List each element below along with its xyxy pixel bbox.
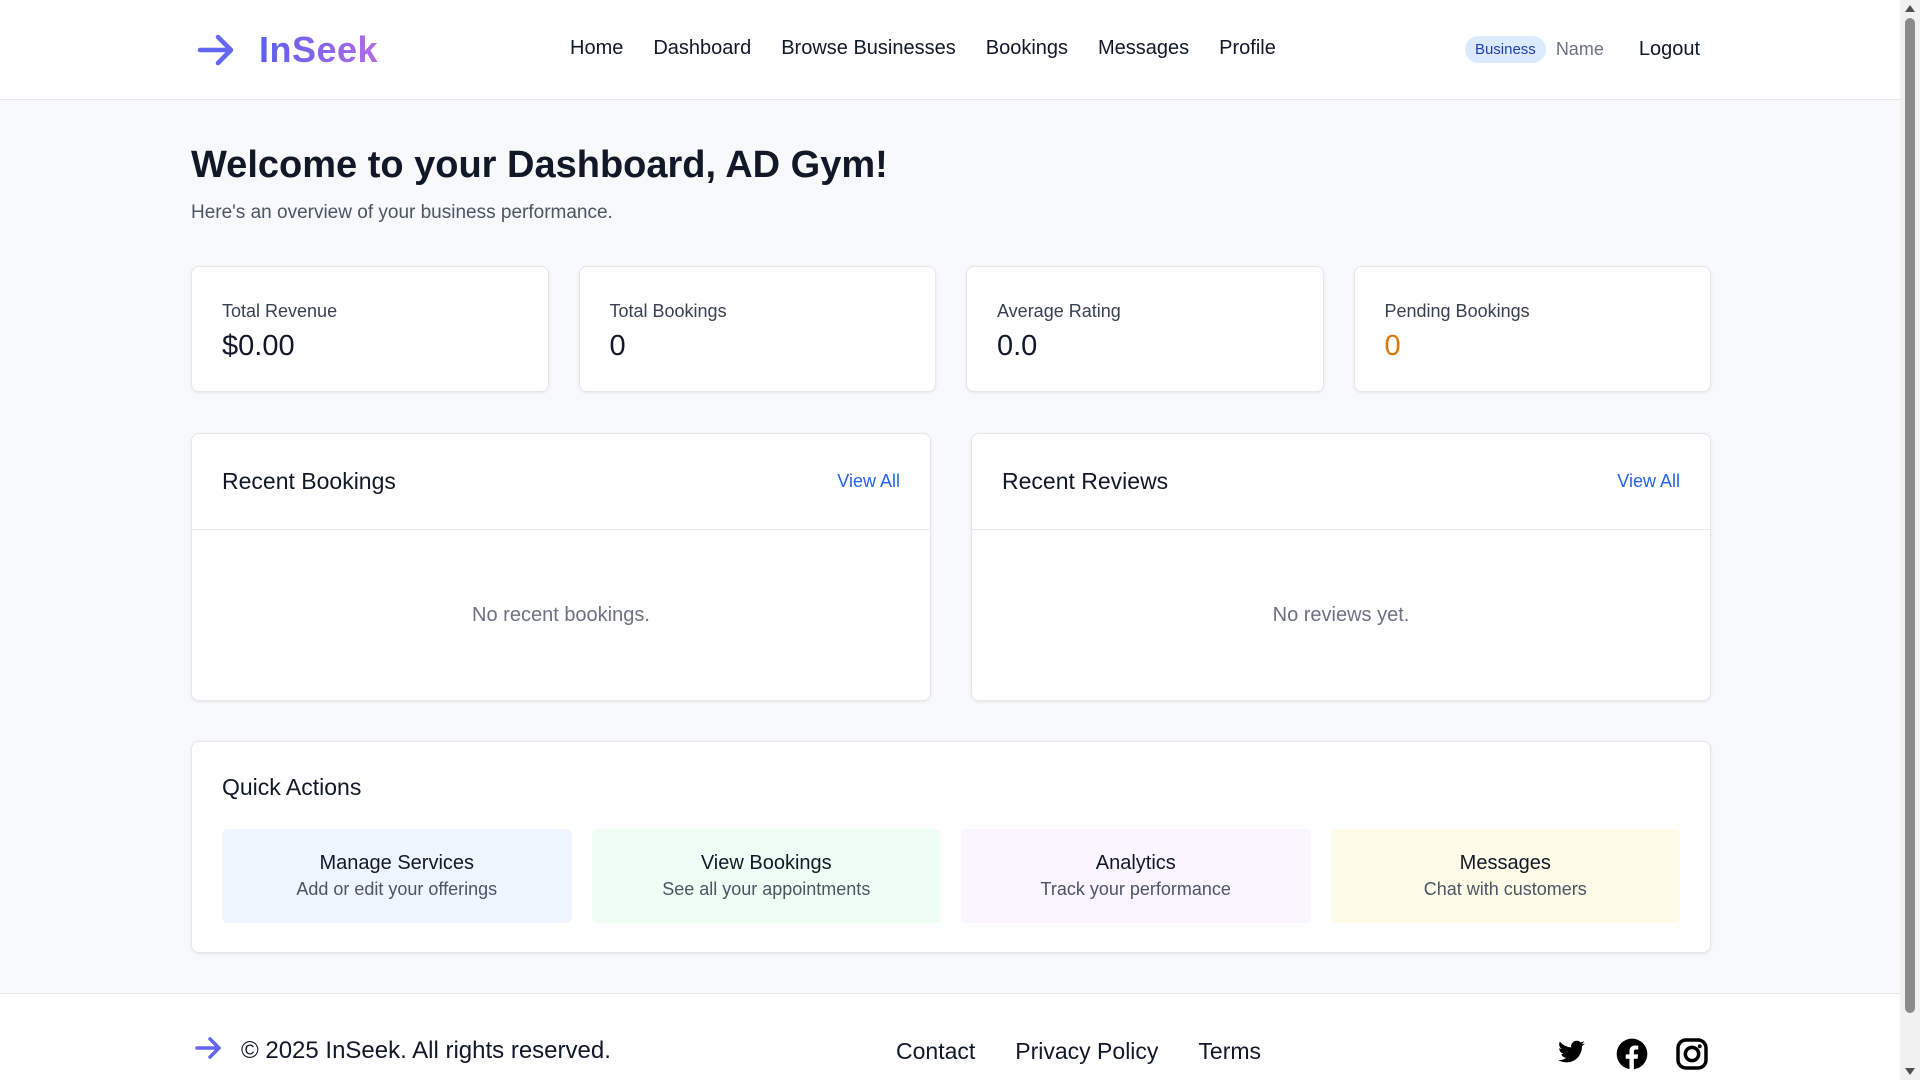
empty-state: No recent bookings. — [472, 603, 650, 626]
logo-text: InSeek — [259, 29, 379, 70]
stat-card-average-rating: Average Rating 0.0 — [966, 266, 1324, 392]
quick-actions-row: Manage Services Add or edit your offerin… — [222, 829, 1680, 923]
stat-card-total-revenue: Total Revenue $0.00 — [191, 266, 549, 392]
page-title: Welcome to your Dashboard, AD Gym! — [191, 144, 888, 186]
empty-state: No reviews yet. — [1272, 603, 1410, 626]
dashboard-main: Welcome to your Dashboard, AD Gym! Here'… — [191, 140, 1711, 953]
stat-value: $0.00 — [222, 330, 295, 362]
stats-row: Total Revenue $0.00 Total Bookings 0 Ave… — [191, 266, 1711, 392]
logo-link[interactable]: InSeek — [197, 29, 379, 70]
nav-dashboard[interactable]: Dashboard — [653, 37, 751, 60]
recent-reviews-panel: Recent Reviews View All No reviews yet. — [971, 433, 1711, 701]
manage-services-button[interactable]: Manage Services Add or edit your offerin… — [222, 829, 572, 923]
arrow-right-icon — [197, 33, 237, 67]
scroll-down-arrow-icon[interactable] — [1905, 1068, 1915, 1075]
action-description: Chat with customers — [1423, 879, 1587, 899]
messages-button[interactable]: Messages Chat with customers — [1330, 829, 1680, 923]
nav-browse-businesses[interactable]: Browse Businesses — [781, 37, 956, 60]
page-scrollbar[interactable] — [1900, 0, 1920, 1080]
stat-card-total-bookings: Total Bookings 0 — [578, 266, 936, 392]
quick-actions-panel: Quick Actions Manage Services Add or edi… — [191, 741, 1711, 953]
panel-title: Recent Bookings — [222, 468, 396, 494]
action-description: Track your performance — [1040, 879, 1231, 899]
footer-links: Contact Privacy Policy Terms — [896, 1038, 1261, 1065]
view-all-reviews-link[interactable]: View All — [1617, 471, 1680, 492]
page-subtitle: Here's an overview of your business perf… — [191, 202, 613, 223]
footer: © 2025 InSeek. All rights reserved. Cont… — [0, 993, 1900, 1080]
main-nav: Home Dashboard Browse Businesses Booking… — [570, 37, 1276, 60]
panel-header: Recent Bookings View All — [192, 434, 930, 530]
nav-messages[interactable]: Messages — [1098, 37, 1189, 60]
analytics-button[interactable]: Analytics Track your performance — [961, 829, 1311, 923]
stat-label: Total Bookings — [609, 301, 727, 321]
role-badge: Business — [1464, 36, 1546, 63]
panel-title: Recent Reviews — [1002, 468, 1169, 494]
scrollbar-thumb[interactable] — [1905, 18, 1915, 1013]
action-title: Analytics — [1095, 852, 1176, 874]
instagram-icon[interactable] — [1676, 1038, 1708, 1070]
logout-button[interactable]: Logout — [1639, 38, 1700, 61]
stat-label: Total Revenue — [222, 301, 338, 321]
top-nav-bar: InSeek Home Dashboard Browse Businesses … — [0, 0, 1900, 100]
footer-brand: © 2025 InSeek. All rights reserved. — [195, 1036, 611, 1065]
nav-bookings[interactable]: Bookings — [986, 37, 1068, 60]
footer-link-terms[interactable]: Terms — [1198, 1038, 1261, 1065]
action-title: Messages — [1459, 852, 1551, 874]
action-title: Manage Services — [319, 852, 475, 874]
action-title: View Bookings — [700, 852, 832, 874]
footer-link-privacy-policy[interactable]: Privacy Policy — [1015, 1038, 1158, 1065]
arrow-right-icon — [195, 1036, 223, 1065]
stat-card-pending-bookings: Pending Bookings 0 — [1353, 266, 1711, 392]
panel-header: Recent Reviews View All — [972, 434, 1710, 530]
stat-label: Pending Bookings — [1384, 301, 1530, 321]
social-links — [1556, 1038, 1708, 1070]
stat-value: 0 — [1384, 330, 1401, 362]
copyright-text: © 2025 InSeek. All rights reserved. — [241, 1036, 611, 1064]
scroll-up-arrow-icon[interactable] — [1905, 5, 1915, 12]
nav-profile[interactable]: Profile — [1219, 37, 1276, 60]
recent-bookings-panel: Recent Bookings View All No recent booki… — [191, 433, 931, 701]
recent-panels: Recent Bookings View All No recent booki… — [191, 433, 1711, 701]
action-description: Add or edit your offerings — [296, 879, 498, 899]
stat-value: 0 — [609, 330, 626, 362]
action-description: See all your appointments — [662, 879, 871, 899]
view-bookings-button[interactable]: View Bookings See all your appointments — [591, 829, 941, 923]
quick-actions-title: Quick Actions — [222, 774, 362, 800]
stat-label: Average Rating — [997, 301, 1121, 321]
footer-link-contact[interactable]: Contact — [896, 1038, 975, 1065]
user-area: Business Name Logout — [1464, 36, 1700, 63]
facebook-icon[interactable] — [1616, 1038, 1648, 1070]
view-all-bookings-link[interactable]: View All — [837, 471, 900, 492]
stat-value: 0.0 — [997, 330, 1038, 362]
twitter-icon[interactable] — [1556, 1038, 1588, 1070]
user-name: Name — [1555, 39, 1604, 59]
nav-home[interactable]: Home — [570, 37, 623, 60]
